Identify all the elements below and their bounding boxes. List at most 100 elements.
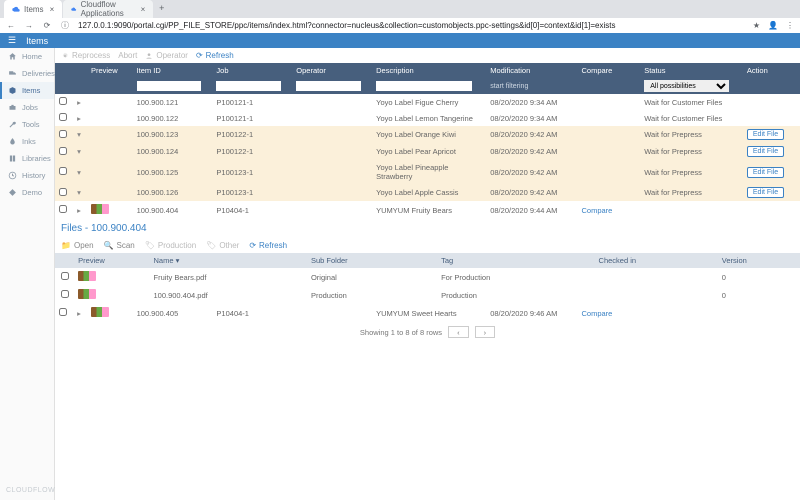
address-bar-row: ← → ⟳ ⓘ 127.0.0.1:9090/portal.cgi/PP_FIL… [0, 18, 800, 33]
refresh-button[interactable]: ⟳ Refresh [196, 51, 234, 60]
table-row[interactable]: ▸100.900.122P100121-1Yoyo Label Lemon Ta… [55, 110, 800, 126]
row-checkbox[interactable] [59, 97, 67, 105]
sidebar-item-history[interactable]: History [0, 167, 54, 184]
col-job[interactable]: Job [212, 63, 292, 78]
person-icon [145, 52, 153, 60]
cell-description: Yoyo Label Pineapple Strawberry [372, 160, 486, 184]
edit-file-button[interactable]: Edit File [747, 187, 784, 198]
sidebar-item-items[interactable]: Items [0, 82, 54, 99]
preview-thumbnail[interactable] [91, 307, 109, 317]
sidebar-item-tools[interactable]: Tools [0, 116, 54, 133]
row-checkbox[interactable] [59, 167, 67, 175]
scan-button[interactable]: 🔍 Scan [104, 241, 135, 250]
address-bar[interactable]: 127.0.0.1:9090/portal.cgi/PP_FILE_STORE/… [78, 21, 745, 30]
preview-thumbnail[interactable] [91, 204, 109, 214]
gear-icon [61, 52, 69, 60]
col-compare[interactable]: Compare [577, 63, 640, 78]
table-row[interactable]: ▸100.900.121P100121-1Yoyo Label Figue Ch… [55, 94, 800, 110]
row-checkbox[interactable] [59, 308, 67, 316]
star-icon[interactable]: ★ [753, 21, 760, 30]
col-status[interactable]: Status [640, 63, 743, 78]
filter-itemid[interactable] [137, 81, 202, 91]
col-itemid[interactable]: Item ID [133, 63, 213, 78]
expand-icon[interactable]: ▾ [77, 130, 81, 139]
fcol-checkedin[interactable]: Checked in [595, 253, 718, 268]
files-refresh-button[interactable]: ⟳ Refresh [249, 241, 287, 250]
filter-job[interactable] [216, 81, 281, 91]
expand-icon[interactable]: ▸ [77, 206, 81, 215]
edit-file-button[interactable]: Edit File [747, 167, 784, 178]
edit-file-button[interactable]: Edit File [747, 129, 784, 140]
fcol-tag[interactable]: Tag [437, 253, 594, 268]
row-checkbox[interactable] [59, 113, 67, 121]
fcol-version[interactable]: Version [718, 253, 800, 268]
expand-icon[interactable]: ▾ [77, 168, 81, 177]
file-checkbox[interactable] [61, 290, 69, 298]
cell-status: Wait for Prepress [640, 126, 743, 143]
table-row[interactable]: ▸100.900.405P10404-1YUMYUM Sweet Hearts0… [55, 304, 800, 322]
table-row[interactable]: ▸100.900.404P10404-1YUMYUM Fruity Bears0… [55, 201, 800, 219]
sidebar-item-deliveries[interactable]: Deliveries [0, 65, 54, 82]
sidebar-item-demo[interactable]: Demo [0, 184, 54, 201]
close-icon[interactable]: × [50, 5, 55, 14]
file-checkbox[interactable] [61, 272, 69, 280]
reload-button[interactable]: ⟳ [42, 21, 52, 30]
sidebar-item-libraries[interactable]: Libraries [0, 150, 54, 167]
expand-icon[interactable]: ▸ [77, 309, 81, 318]
abort-button[interactable]: Abort [118, 51, 137, 60]
hamburger-icon[interactable]: ☰ [8, 35, 16, 46]
table-row[interactable]: ▾100.900.125P100123-1Yoyo Label Pineappl… [55, 160, 800, 184]
sidebar-item-home[interactable]: Home [0, 48, 54, 65]
info-icon[interactable]: ⓘ [60, 20, 70, 31]
table-row[interactable]: ▾100.900.126P100123-1Yoyo Label Apple Ca… [55, 184, 800, 201]
open-button[interactable]: 📁 Open [61, 241, 94, 250]
expand-icon[interactable]: ▾ [77, 147, 81, 156]
browser-tab-items[interactable]: Items × [4, 0, 62, 18]
other-button[interactable]: 🏷 Other [206, 241, 239, 250]
table-row[interactable]: ▾100.900.124P100122-1Yoyo Label Pear Apr… [55, 143, 800, 160]
back-button[interactable]: ← [6, 21, 16, 30]
table-row[interactable]: ▾100.900.123P100122-1Yoyo Label Orange K… [55, 126, 800, 143]
expand-icon[interactable]: ▸ [77, 114, 81, 123]
user-icon[interactable]: 👤 [768, 21, 778, 30]
expand-icon[interactable]: ▾ [77, 188, 81, 197]
file-thumbnail[interactable] [78, 271, 96, 281]
new-tab-button[interactable]: + [154, 0, 169, 15]
filter-operator[interactable] [296, 81, 361, 91]
col-description[interactable]: Description [372, 63, 486, 78]
col-modification[interactable]: Modification [486, 63, 577, 78]
file-row[interactable]: 100.900.404.pdfProductionProduction0 [55, 286, 800, 304]
col-action[interactable]: Action [743, 63, 800, 78]
filter-status-select[interactable]: All possibilities [644, 80, 729, 92]
menu-icon[interactable]: ⋮ [786, 21, 794, 30]
row-checkbox[interactable] [59, 205, 67, 213]
sidebar-item-jobs[interactable]: Jobs [0, 99, 54, 116]
file-row[interactable]: Fruity Bears.pdfOriginalFor Production0 [55, 268, 800, 286]
operator-button[interactable]: Operator [145, 51, 188, 60]
reprocess-button[interactable]: Reprocess [61, 51, 110, 60]
expand-icon[interactable]: ▸ [77, 98, 81, 107]
row-checkbox[interactable] [59, 130, 67, 138]
close-icon[interactable]: × [141, 5, 146, 14]
fcol-subfolder[interactable]: Sub Folder [307, 253, 437, 268]
fcol-name[interactable]: Name ▾ [149, 253, 306, 268]
pager-next[interactable]: › [475, 326, 496, 338]
col-operator[interactable]: Operator [292, 63, 372, 78]
pager-prev[interactable]: ‹ [448, 326, 469, 338]
compare-link[interactable]: Compare [581, 206, 612, 215]
col-preview[interactable]: Preview [87, 63, 133, 78]
fcol-preview[interactable]: Preview [74, 253, 149, 268]
row-checkbox[interactable] [59, 188, 67, 196]
cell-description: Yoyo Label Orange Kiwi [372, 126, 486, 143]
cell-job: P100123-1 [212, 160, 292, 184]
cell-job: P100121-1 [212, 94, 292, 110]
compare-link[interactable]: Compare [581, 309, 612, 318]
forward-button[interactable]: → [24, 21, 34, 30]
production-button[interactable]: 🏷 Production [145, 241, 196, 250]
edit-file-button[interactable]: Edit File [747, 146, 784, 157]
sidebar-item-inks[interactable]: Inks [0, 133, 54, 150]
file-thumbnail[interactable] [78, 289, 96, 299]
filter-description[interactable] [376, 81, 471, 91]
row-checkbox[interactable] [59, 147, 67, 155]
browser-tab-cloudflow[interactable]: Cloudflow Applications × [63, 0, 153, 18]
